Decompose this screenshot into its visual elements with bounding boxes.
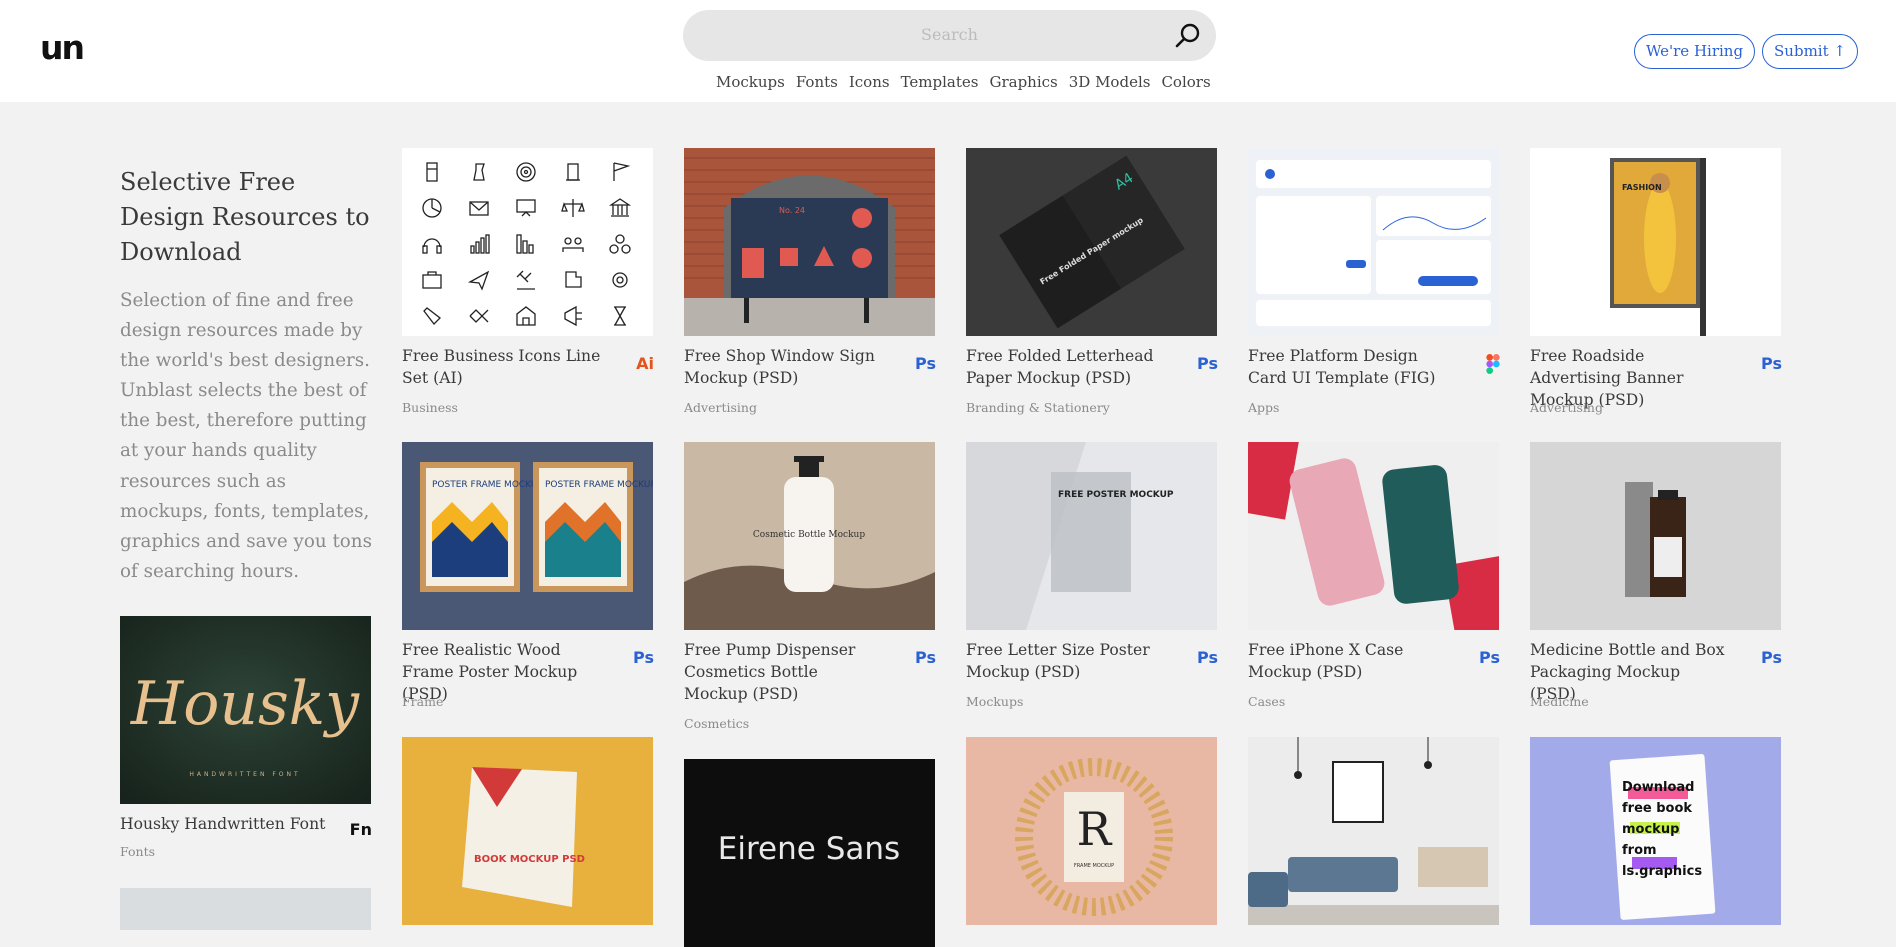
card-thumbnail[interactable] — [1248, 148, 1499, 336]
card-category[interactable]: Frame — [402, 694, 443, 709]
eirene-text: Eirene Sans — [718, 831, 900, 867]
fn-badge: Fn — [349, 820, 372, 839]
card-category[interactable]: Cases — [1248, 694, 1285, 709]
card-category[interactable]: Cosmetics — [684, 716, 749, 731]
svg-text:FRAME MOCKUP: FRAME MOCKUP — [1074, 863, 1114, 869]
svg-text:POSTER FRAME MOCKUP: POSTER FRAME MOCKUP — [545, 480, 653, 490]
card-category[interactable]: Mockups — [966, 694, 1023, 709]
svg-text:FREE POSTER MOCKUP: FREE POSTER MOCKUP — [1058, 490, 1174, 500]
search-input[interactable]: Search — [683, 25, 1216, 44]
ps-badge: Ps — [633, 648, 654, 667]
card-thumbnail[interactable]: Eirene Sans — [684, 759, 935, 947]
card-thumbnail[interactable]: FASHION — [1530, 148, 1781, 336]
nav-3d-models[interactable]: 3D Models — [1069, 73, 1151, 91]
card-title[interactable]: Free Pump Dispenser Cosmetics Bottle Moc… — [684, 639, 884, 705]
card-thumbnail[interactable]: A4 Free Folded Paper mockup — [966, 148, 1217, 336]
card-title[interactable]: Free iPhone X Case Mockup (PSD) — [1248, 639, 1448, 683]
card-category[interactable]: Branding & Stationery — [966, 400, 1110, 415]
card-thumbnail[interactable] — [402, 148, 653, 336]
card-title[interactable]: Free Letter Size Poster Mockup (PSD) — [966, 639, 1166, 683]
svg-text:No. 24: No. 24 — [779, 206, 805, 215]
site-logo[interactable]: un — [40, 30, 85, 66]
business-icons-grid — [422, 162, 632, 327]
ps-badge: Ps — [1197, 648, 1218, 667]
nav-graphics[interactable]: Graphics — [989, 73, 1057, 91]
card-thumbnail[interactable]: POSTER FRAME MOCKUP POSTER FRAME MOCKUP — [402, 442, 653, 630]
card-title[interactable]: Housky Handwritten Font — [120, 813, 330, 835]
ps-badge: Ps — [915, 354, 936, 373]
card-category[interactable]: Fonts — [120, 844, 155, 859]
svg-text:POSTER FRAME MOCKUP: POSTER FRAME MOCKUP — [432, 480, 543, 490]
card-category[interactable]: Business — [402, 400, 458, 415]
card-thumbnail[interactable]: FREE POSTER MOCKUP — [966, 442, 1217, 630]
housky-script: Housky — [130, 669, 360, 739]
svg-text:FASHION: FASHION — [1622, 183, 1662, 192]
nav-templates[interactable]: Templates — [901, 73, 979, 91]
ps-badge: Ps — [1761, 648, 1782, 667]
figma-icon — [1486, 354, 1500, 374]
card-thumbnail[interactable]: Cosmetic Bottle Mockup — [684, 442, 935, 630]
ps-badge: Ps — [1479, 648, 1500, 667]
card-title[interactable]: Free Business Icons Line Set (AI) — [402, 345, 602, 389]
card-thumbnail[interactable]: No. 24 — [684, 148, 935, 336]
card-title[interactable]: Free Shop Window Sign Mockup (PSD) — [684, 345, 884, 389]
search-bar[interactable]: Search — [683, 10, 1216, 61]
card-thumbnail[interactable] — [1530, 442, 1781, 630]
card-thumbnail[interactable] — [120, 888, 371, 930]
sidebar-title: Selective Free Design Resources to Downl… — [120, 168, 370, 266]
ps-badge: Ps — [1761, 354, 1782, 373]
ai-badge: Ai — [636, 354, 654, 373]
card-thumbnail[interactable]: R FRAME MOCKUP — [966, 737, 1217, 925]
card-thumbnail[interactable]: Housky HANDWRITTEN FONT — [120, 616, 371, 804]
ps-badge: Ps — [915, 648, 936, 667]
search-icon[interactable] — [1174, 22, 1202, 50]
category-nav: Mockups Fonts Icons Templates Graphics 3… — [716, 73, 1211, 91]
card-category[interactable]: Advertising — [1530, 400, 1603, 415]
card-category[interactable]: Medicine — [1530, 694, 1589, 709]
submit-button[interactable]: Submit ↑ — [1762, 34, 1858, 69]
nav-colors[interactable]: Colors — [1161, 73, 1210, 91]
svg-text:Cosmetic Bottle Mockup: Cosmetic Bottle Mockup — [753, 530, 865, 540]
card-thumbnail[interactable] — [1248, 442, 1499, 630]
svg-text:HANDWRITTEN FONT: HANDWRITTEN FONT — [189, 771, 300, 778]
card-thumbnail[interactable] — [1248, 737, 1499, 925]
svg-text:BOOK MOCKUP PSD: BOOK MOCKUP PSD — [474, 854, 585, 865]
ps-badge: Ps — [1197, 354, 1218, 373]
card-thumbnail[interactable]: BOOK MOCKUP PSD — [402, 737, 653, 925]
nav-mockups[interactable]: Mockups — [716, 73, 785, 91]
card-title[interactable]: Free Folded Letterhead Paper Mockup (PSD… — [966, 345, 1166, 389]
hiring-button[interactable]: We're Hiring — [1634, 34, 1755, 69]
card-category[interactable]: Apps — [1248, 400, 1279, 415]
svg-text:R: R — [1077, 802, 1113, 856]
card-category[interactable]: Advertising — [684, 400, 757, 415]
site-header: un Search Mockups Fonts Icons Templates … — [0, 0, 1896, 102]
nav-icons[interactable]: Icons — [849, 73, 890, 91]
nav-fonts[interactable]: Fonts — [796, 73, 838, 91]
card-title[interactable]: Free Platform Design Card UI Template (F… — [1248, 345, 1448, 389]
card-thumbnail[interactable]: Download free book mockup from ls.graphi… — [1530, 737, 1781, 925]
sidebar-description: Selection of fine and free design resour… — [120, 290, 372, 582]
